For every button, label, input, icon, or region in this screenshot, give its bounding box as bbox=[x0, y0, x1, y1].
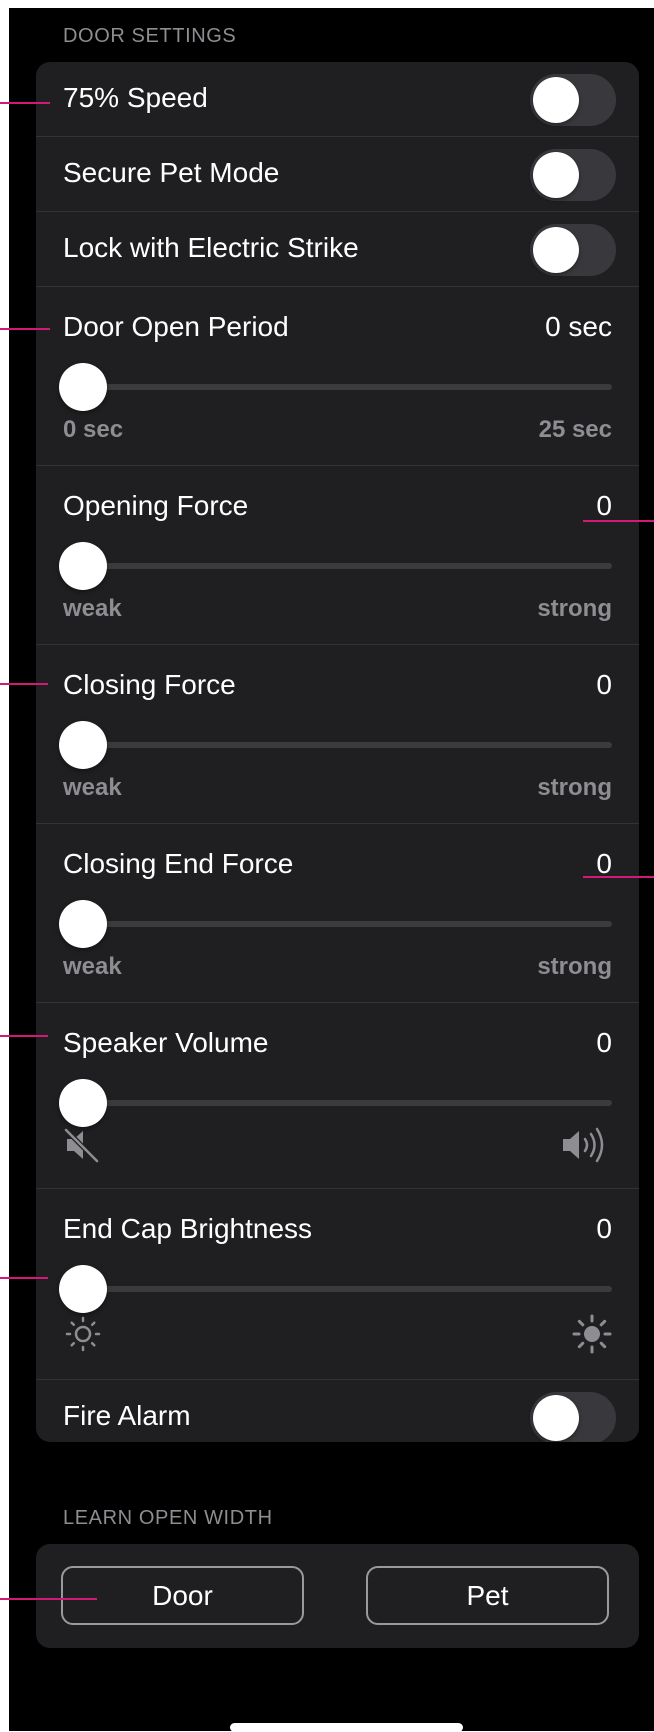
opening-force-max-label: strong bbox=[537, 595, 612, 622]
door-settings-card: 75% Speed Secure Pet Mode Lock with Elec… bbox=[36, 62, 639, 1442]
closing-end-force-row: Closing End Force 0 weak strong bbox=[36, 824, 639, 1003]
fire-alarm-label: Fire Alarm bbox=[63, 1400, 191, 1431]
toggle-knob bbox=[533, 77, 579, 123]
callout-line bbox=[0, 1598, 97, 1600]
closing-end-force-min-label: weak bbox=[63, 953, 122, 980]
slider-thumb[interactable] bbox=[59, 363, 107, 411]
closing-end-force-label: Closing End Force bbox=[63, 848, 294, 879]
callout-line bbox=[0, 683, 48, 685]
closing-end-force-max-label: strong bbox=[537, 953, 612, 980]
phone-screen: DOOR SETTINGS 75% Speed Secure Pet Mode … bbox=[0, 8, 654, 1732]
secure-pet-mode-row: Secure Pet Mode bbox=[36, 137, 639, 212]
secure-pet-mode-toggle[interactable] bbox=[530, 149, 616, 201]
fire-alarm-toggle[interactable] bbox=[530, 1392, 616, 1442]
slider-thumb[interactable] bbox=[59, 1265, 107, 1313]
toggle-knob bbox=[533, 227, 579, 273]
door-open-period-min-label: 0 sec bbox=[63, 416, 124, 443]
learn-open-width-card: Door Pet bbox=[36, 1544, 639, 1648]
end-cap-brightness-label: End Cap Brightness bbox=[63, 1213, 313, 1244]
toggle-knob bbox=[533, 1395, 579, 1441]
section-header-door-settings: DOOR SETTINGS bbox=[63, 25, 237, 47]
end-cap-brightness-value: 0 bbox=[596, 1213, 612, 1244]
brightness-low-icon bbox=[65, 1316, 101, 1352]
speed-75-toggle[interactable] bbox=[530, 74, 616, 126]
end-cap-brightness-slider[interactable] bbox=[59, 1265, 612, 1313]
door-open-period-max-label: 25 sec bbox=[538, 416, 612, 443]
section-header-learn-open-width: LEARN OPEN WIDTH bbox=[63, 1507, 273, 1529]
speaker-volume-slider[interactable] bbox=[59, 1079, 612, 1127]
pet-button[interactable]: Pet bbox=[366, 1566, 609, 1625]
callout-line bbox=[0, 102, 50, 104]
opening-force-slider[interactable] bbox=[59, 542, 612, 590]
slider-thumb[interactable] bbox=[59, 542, 107, 590]
opening-force-value: 0 bbox=[596, 490, 612, 521]
end-cap-brightness-row: End Cap Brightness 0 bbox=[36, 1189, 639, 1380]
electric-strike-label: Lock with Electric Strike bbox=[63, 232, 359, 263]
brightness-high-icon bbox=[572, 1314, 612, 1354]
speaker-volume-value: 0 bbox=[596, 1027, 612, 1058]
speed-75-row: 75% Speed bbox=[36, 62, 639, 137]
closing-force-slider[interactable] bbox=[59, 721, 612, 769]
speaker-volume-row: Speaker Volume 0 bbox=[36, 1003, 639, 1189]
speaker-loud-icon bbox=[563, 1127, 604, 1163]
door-open-period-row: Door Open Period 0 sec 0 sec 25 sec bbox=[36, 287, 639, 466]
closing-force-min-label: weak bbox=[63, 774, 122, 801]
speaker-muted-icon bbox=[64, 1128, 99, 1163]
opening-force-min-label: weak bbox=[63, 595, 122, 622]
slider-thumb[interactable] bbox=[59, 900, 107, 948]
closing-force-value: 0 bbox=[596, 669, 612, 700]
electric-strike-toggle[interactable] bbox=[530, 224, 616, 276]
door-open-period-slider[interactable] bbox=[59, 363, 612, 411]
door-open-period-value: 0 sec bbox=[545, 311, 612, 342]
slider-thumb[interactable] bbox=[59, 721, 107, 769]
secure-pet-mode-label: Secure Pet Mode bbox=[63, 157, 280, 188]
opening-force-label: Opening Force bbox=[63, 490, 249, 521]
closing-force-row: Closing Force 0 weak strong bbox=[36, 645, 639, 824]
callout-line bbox=[583, 876, 654, 878]
callout-line bbox=[0, 328, 50, 330]
electric-strike-row: Lock with Electric Strike bbox=[36, 212, 639, 287]
callout-line bbox=[0, 1277, 48, 1279]
speaker-volume-label: Speaker Volume bbox=[63, 1027, 269, 1058]
speed-75-label: 75% Speed bbox=[63, 82, 208, 113]
slider-thumb[interactable] bbox=[59, 1079, 107, 1127]
fire-alarm-row: Fire Alarm bbox=[36, 1380, 639, 1442]
closing-force-label: Closing Force bbox=[63, 669, 236, 700]
callout-line bbox=[0, 1035, 48, 1037]
door-button[interactable]: Door bbox=[61, 1566, 304, 1625]
door-open-period-label: Door Open Period bbox=[63, 311, 289, 342]
toggle-knob bbox=[533, 152, 579, 198]
closing-force-max-label: strong bbox=[537, 774, 612, 801]
opening-force-row: Opening Force 0 weak strong bbox=[36, 466, 639, 645]
callout-line bbox=[583, 520, 654, 522]
closing-end-force-slider[interactable] bbox=[59, 900, 612, 948]
